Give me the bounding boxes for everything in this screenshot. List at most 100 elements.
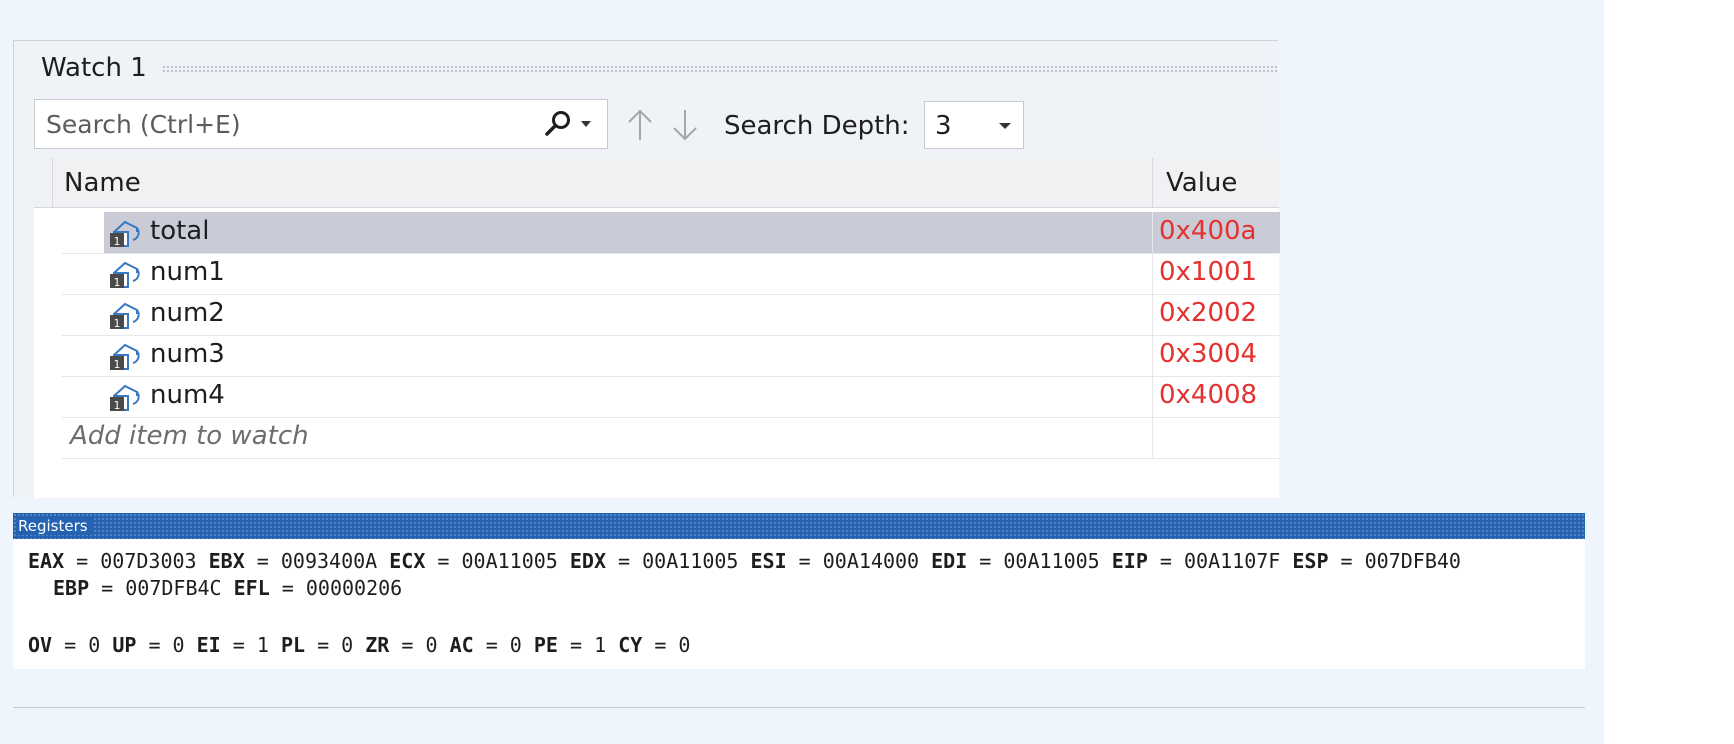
register-name: PE <box>533 633 558 657</box>
register-name: EBX <box>208 549 245 573</box>
register-value[interactable]: 0 <box>173 633 185 657</box>
watch-row[interactable]: 1 num3 0x3004 <box>62 335 1279 377</box>
register-value[interactable]: 00A11005 <box>462 549 558 573</box>
registers-line-2: EBP = 007DFB4C EFL = 00000206 <box>53 576 403 600</box>
add-item-value-cell <box>1152 417 1280 458</box>
svg-text:1: 1 <box>114 358 121 371</box>
search-depth-value: 3 <box>935 111 952 141</box>
variable-name: num3 <box>150 339 225 369</box>
add-item-row[interactable]: Add item to watch <box>62 417 1279 459</box>
register-name: EI <box>196 633 221 657</box>
register-name: EFL <box>233 576 270 600</box>
variable-name: total <box>150 216 210 246</box>
value-cell[interactable]: 0x400a <box>1152 212 1280 253</box>
name-cell[interactable] <box>104 253 1152 294</box>
column-header-name[interactable]: Name <box>64 168 141 198</box>
svg-text:1: 1 <box>114 399 121 412</box>
watch-title: Watch 1 <box>41 53 147 83</box>
register-name: EBP <box>53 576 90 600</box>
header-divider <box>52 158 53 207</box>
svg-text:1: 1 <box>114 276 121 289</box>
register-value[interactable]: 0 <box>88 633 100 657</box>
register-value[interactable]: 00A14000 <box>823 549 919 573</box>
grid-header: Name Value <box>34 158 1279 208</box>
arrow-down-icon[interactable] <box>671 107 699 143</box>
register-name: ZR <box>365 633 390 657</box>
watch-row[interactable]: 1 num4 0x4008 <box>62 376 1279 418</box>
register-name: CY <box>618 633 643 657</box>
register-name: EAX <box>28 549 65 573</box>
local-variable-icon: 1 <box>110 302 140 330</box>
watch-row[interactable]: 1 total 0x400a <box>62 212 1280 254</box>
search-box <box>34 99 608 149</box>
register-value[interactable]: 00A1107F <box>1184 549 1280 573</box>
variable-value: 0x400a <box>1159 216 1257 246</box>
registers-window: Registers EAX = 007D3003 EBX = 0093400A … <box>13 513 1585 669</box>
variable-value: 0x3004 <box>1159 339 1258 369</box>
register-value[interactable]: 0 <box>341 633 353 657</box>
search-input[interactable] <box>35 100 526 148</box>
watch-title-grip <box>162 65 1278 73</box>
name-cell[interactable] <box>104 376 1152 417</box>
local-variable-icon: 1 <box>110 261 140 289</box>
watch-window: Watch 1 Search Depth: 3 Name Value <box>13 40 1280 498</box>
register-value[interactable]: 00000206 <box>306 576 402 600</box>
registers-title-bar[interactable]: Registers <box>13 513 1585 539</box>
column-header-value[interactable]: Value <box>1166 168 1237 198</box>
add-item-placeholder[interactable]: Add item to watch <box>70 421 309 451</box>
register-name: ESP <box>1292 549 1329 573</box>
value-cell[interactable]: 0x4008 <box>1152 376 1280 417</box>
register-name: EIP <box>1111 549 1148 573</box>
arrow-up-icon[interactable] <box>626 107 654 143</box>
register-value[interactable]: 007D3003 <box>100 549 196 573</box>
variable-value: 0x1001 <box>1159 257 1258 287</box>
registers-title: Registers <box>18 517 92 535</box>
variable-value: 0x4008 <box>1159 380 1258 410</box>
watch-grid: Name Value 1 total 0x400a 1 num1 0x1001 1 num2 0… <box>34 158 1280 498</box>
registers-line-1: EAX = 007D3003 EBX = 0093400A ECX = 00A1… <box>28 549 1461 573</box>
name-cell[interactable] <box>104 212 1152 253</box>
register-value[interactable]: 0 <box>510 633 522 657</box>
variable-value: 0x2002 <box>1159 298 1258 328</box>
value-cell[interactable]: 0x3004 <box>1152 335 1280 376</box>
register-name: OV <box>28 633 53 657</box>
variable-name: num4 <box>150 380 225 410</box>
svg-text:1: 1 <box>114 235 121 248</box>
register-name: UP <box>112 633 137 657</box>
value-cell[interactable]: 0x1001 <box>1152 253 1280 294</box>
register-value[interactable]: 00A11005 <box>642 549 738 573</box>
register-value[interactable]: 0093400A <box>281 549 377 573</box>
register-value[interactable]: 00A11005 <box>1003 549 1099 573</box>
register-value[interactable]: 007DFB40 <box>1365 549 1461 573</box>
search-depth-label: Search Depth: <box>724 111 910 141</box>
divider <box>13 707 1585 708</box>
chevron-down-icon[interactable] <box>581 120 591 128</box>
local-variable-icon: 1 <box>110 384 140 412</box>
register-name: EDX <box>569 549 606 573</box>
register-name: ECX <box>389 549 426 573</box>
watch-row[interactable]: 1 num2 0x2002 <box>62 294 1279 336</box>
register-value[interactable]: 1 <box>594 633 606 657</box>
watch-row[interactable]: 1 num1 0x1001 <box>62 253 1279 295</box>
search-depth-select[interactable]: 3 <box>924 101 1024 149</box>
register-value[interactable]: 007DFB4C <box>125 576 221 600</box>
value-cell[interactable]: 0x2002 <box>1152 294 1280 335</box>
registers-flags-line: OV = 0 UP = 0 EI = 1 PL = 0 ZR = 0 AC = … <box>28 633 691 657</box>
register-value[interactable]: 0 <box>678 633 690 657</box>
register-name: EDI <box>931 549 968 573</box>
local-variable-icon: 1 <box>110 220 140 248</box>
chevron-down-icon[interactable] <box>999 122 1011 130</box>
register-name: ESI <box>750 549 787 573</box>
variable-name: num1 <box>150 257 225 287</box>
search-icon[interactable] <box>543 109 573 139</box>
name-cell[interactable] <box>104 335 1152 376</box>
register-value[interactable]: 0 <box>425 633 437 657</box>
register-name: PL <box>280 633 306 657</box>
register-value[interactable]: 1 <box>257 633 269 657</box>
variable-name: num2 <box>150 298 225 328</box>
name-cell[interactable] <box>104 294 1152 335</box>
svg-text:1: 1 <box>114 317 121 330</box>
local-variable-icon: 1 <box>110 343 140 371</box>
column-resizer[interactable] <box>1152 158 1153 207</box>
watch-title-bar[interactable]: Watch 1 <box>14 41 1278 89</box>
